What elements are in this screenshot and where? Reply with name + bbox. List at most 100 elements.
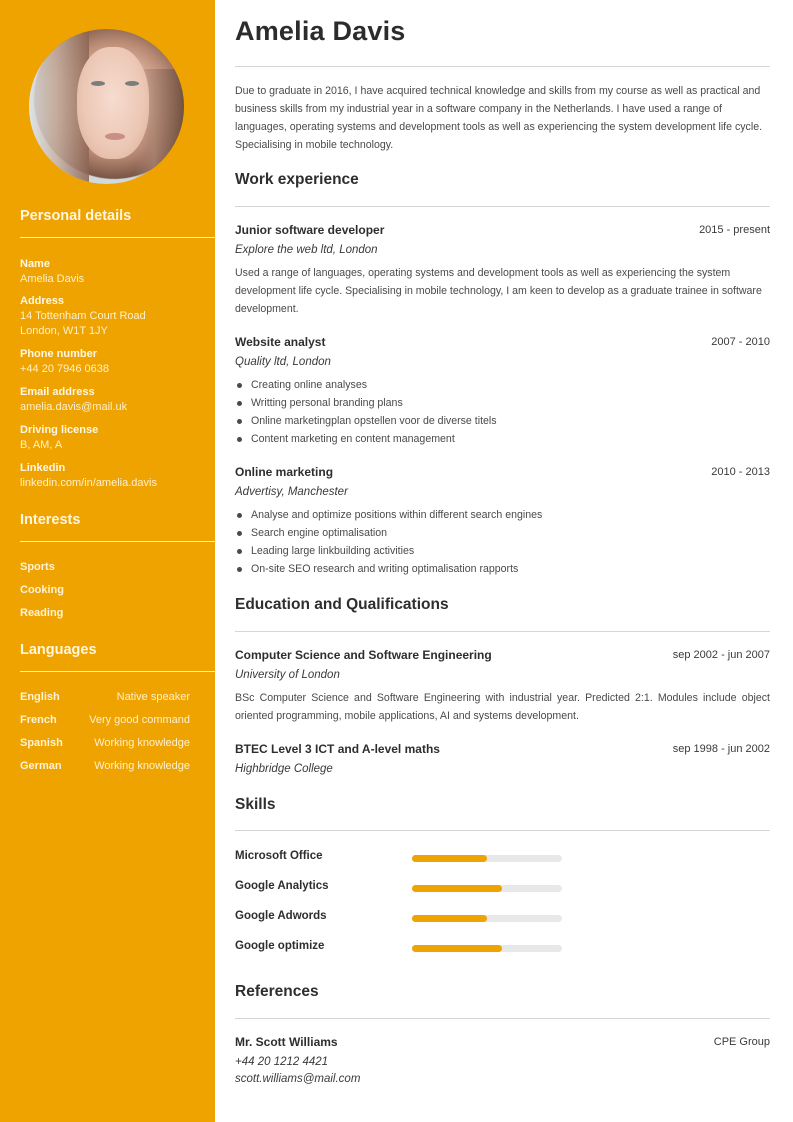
detail-value: B, AM, A xyxy=(20,439,63,451)
personal-details-heading: Personal details xyxy=(20,208,132,224)
education-institution: Highbridge College xyxy=(235,763,333,775)
bullet-item: Analyse and optimize positions within di… xyxy=(235,506,770,524)
skill-row: Google Adwords xyxy=(235,910,565,926)
detail-linkedin: Linkedin linkedin.com/in/amelia.davis xyxy=(20,461,210,491)
language-name: German xyxy=(20,760,62,772)
education-title: BTEC Level 3 ICT and A-level maths xyxy=(235,742,440,756)
skills-heading: Skills xyxy=(235,796,276,813)
education-date: sep 1998 - jun 2002 xyxy=(672,743,770,755)
bullet-text: Online marketingplan opstellen voor de d… xyxy=(251,415,497,427)
job-bullets: Creating online analyses Writting person… xyxy=(235,376,770,448)
skill-name: Google Analytics xyxy=(235,880,329,892)
bullet-dot-icon xyxy=(237,549,242,554)
detail-address: Address 14 Tottenham Court Road London, … xyxy=(20,294,210,339)
language-level: Native speaker xyxy=(116,691,190,703)
skills-divider xyxy=(235,830,770,831)
detail-label: Phone number xyxy=(20,348,98,360)
detail-name: Name Amelia Davis xyxy=(20,257,210,287)
detail-value[interactable]: amelia.davis@mail.uk xyxy=(20,400,210,415)
bullet-item: On-site SEO research and writing optimal… xyxy=(235,560,770,578)
work-experience-divider xyxy=(235,206,770,207)
bullet-text: Analyse and optimize positions within di… xyxy=(251,509,543,521)
languages-divider xyxy=(20,671,215,672)
language-name: French xyxy=(20,714,57,726)
personal-details-divider xyxy=(20,237,215,238)
skill-level-track xyxy=(412,915,562,922)
language-item: Spanish Working knowledge xyxy=(20,737,190,749)
bullet-dot-icon xyxy=(237,531,242,536)
skill-name: Google Adwords xyxy=(235,910,327,922)
references-divider xyxy=(235,1018,770,1019)
job-company: Quality ltd, London xyxy=(235,356,331,368)
bullet-text: Writting personal branding plans xyxy=(251,397,403,409)
interests-heading: Interests xyxy=(20,512,81,528)
candidate-name: Amelia Davis xyxy=(235,16,406,46)
education-institution: University of London xyxy=(235,669,340,681)
skill-name: Microsoft Office xyxy=(235,850,323,862)
job-date: 2007 - 2010 xyxy=(711,336,770,348)
detail-value: Amelia Davis xyxy=(20,273,85,285)
bullet-dot-icon xyxy=(237,567,242,572)
bullet-item: Creating online analyses xyxy=(235,376,770,394)
detail-value: +44 20 7946 0638 xyxy=(20,363,110,375)
profile-photo xyxy=(29,29,184,184)
language-level: Working knowledge xyxy=(94,737,190,749)
sidebar: Personal details Name Amelia Davis Addre… xyxy=(0,0,215,1122)
education-title: Computer Science and Software Engineerin… xyxy=(235,648,492,662)
bullet-item: Search engine optimalisation xyxy=(235,524,770,542)
bullet-dot-icon xyxy=(237,437,242,442)
name-divider xyxy=(235,66,770,67)
language-name: Spanish xyxy=(20,737,63,749)
detail-driving-license: Driving license B, AM, A xyxy=(20,423,210,453)
language-item: French Very good command xyxy=(20,714,190,726)
skill-level-fill xyxy=(412,885,502,892)
job-date: 2015 - present xyxy=(699,224,770,236)
bullet-dot-icon xyxy=(237,401,242,406)
detail-label: Email address xyxy=(20,386,95,398)
detail-phone: Phone number +44 20 7946 0638 xyxy=(20,347,210,377)
skill-level-track xyxy=(412,855,562,862)
languages-heading: Languages xyxy=(20,642,97,658)
work-experience-heading: Work experience xyxy=(235,171,359,188)
detail-value: London, W1T 1JY xyxy=(20,325,108,337)
interest-item: Sports xyxy=(20,561,55,573)
interests-divider xyxy=(20,541,215,542)
detail-label: Address xyxy=(20,295,65,307)
reference-email[interactable]: scott.williams@mail.com xyxy=(235,1073,360,1085)
photo-face xyxy=(77,47,149,159)
skill-level-track xyxy=(412,945,562,952)
detail-label: Driving license xyxy=(20,424,99,436)
reference-phone: +44 20 1212 4421 xyxy=(235,1056,329,1068)
detail-value: 14 Tottenham Court Road xyxy=(20,310,146,322)
bullet-text: Creating online analyses xyxy=(251,379,368,391)
education-heading: Education and Qualifications xyxy=(235,596,449,613)
education-date: sep 2002 - jun 2007 xyxy=(672,649,770,661)
photo-eye-right xyxy=(125,81,139,86)
job-title: Junior software developer xyxy=(235,223,385,237)
language-level: Working knowledge xyxy=(94,760,190,772)
job-title: Website analyst xyxy=(235,335,326,349)
education-description: BSc Computer Science and Software Engine… xyxy=(235,692,770,722)
detail-value[interactable]: linkedin.com/in/amelia.davis xyxy=(20,476,210,491)
education-divider xyxy=(235,631,770,632)
skill-level-fill xyxy=(412,945,502,952)
bullet-dot-icon xyxy=(237,513,242,518)
bullet-dot-icon xyxy=(237,383,242,388)
job-company: Explore the web ltd, London xyxy=(235,244,378,256)
job-company: Advertisy, Manchester xyxy=(235,486,348,498)
language-item: German Working knowledge xyxy=(20,760,190,772)
bullet-text: Leading large linkbuilding activities xyxy=(251,545,415,557)
bullet-item: Leading large linkbuilding activities xyxy=(235,542,770,560)
bullet-item: Online marketingplan opstellen voor de d… xyxy=(235,412,770,430)
reference-name: Mr. Scott Williams xyxy=(235,1035,338,1049)
photo-lips xyxy=(105,133,125,140)
bullet-dot-icon xyxy=(237,419,242,424)
job-bullets: Analyse and optimize positions within di… xyxy=(235,506,770,578)
bullet-text: Search engine optimalisation xyxy=(251,527,388,539)
skill-name: Google optimize xyxy=(235,940,325,952)
references-heading: References xyxy=(235,983,319,1000)
interest-item: Cooking xyxy=(20,584,64,596)
bullet-text: On-site SEO research and writing optimal… xyxy=(251,563,519,575)
bullet-item: Content marketing en content management xyxy=(235,430,770,448)
skill-level-track xyxy=(412,885,562,892)
